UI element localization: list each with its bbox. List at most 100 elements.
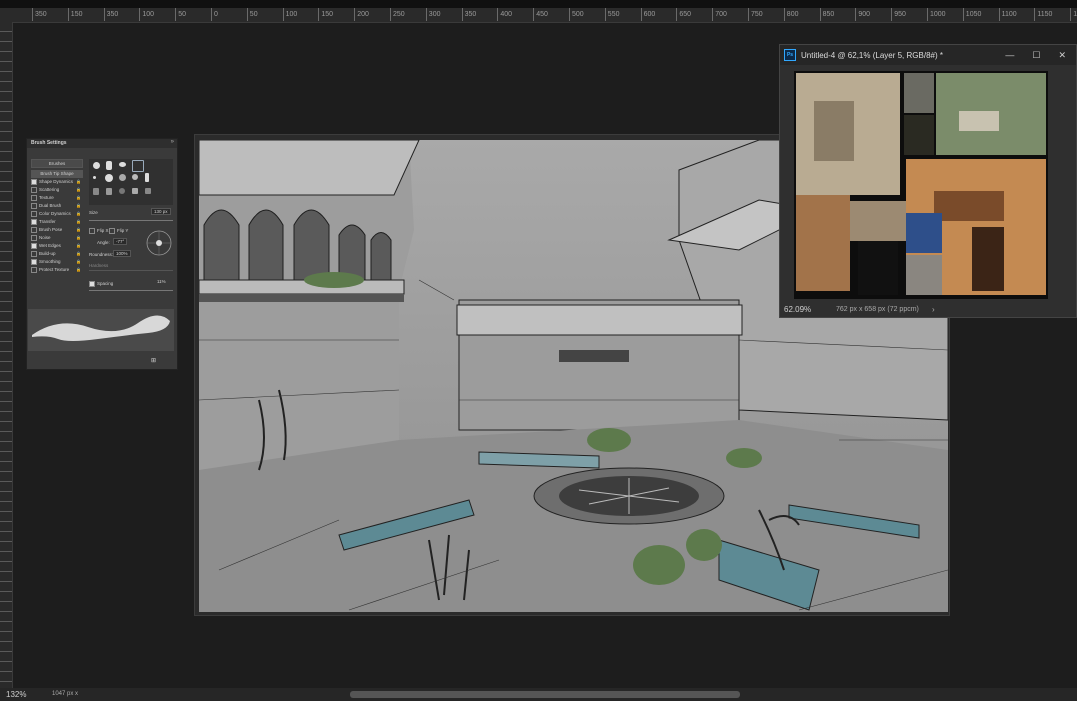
- brush-option-item[interactable]: Color Dynamics 🔒: [31, 210, 83, 218]
- flip-y-checkbox[interactable]: [109, 228, 115, 234]
- lock-icon[interactable]: 🔒: [76, 226, 81, 234]
- brush-option-checkbox[interactable]: [31, 187, 37, 193]
- brush-tip[interactable]: [145, 173, 149, 182]
- lock-icon[interactable]: 🔒: [76, 210, 81, 218]
- brush-tip-grid[interactable]: [89, 159, 173, 205]
- ref-window-titlebar[interactable]: Ps Untitled-4 @ 62,1% (Layer 5, RGB/8#) …: [780, 45, 1076, 65]
- brush-option-label: Wet Edges: [39, 243, 61, 248]
- brush-option-checkbox[interactable]: [31, 179, 37, 185]
- lock-icon[interactable]: 🔒: [76, 202, 81, 210]
- ruler-tick-label: 300: [425, 8, 440, 21]
- spacing-value[interactable]: 11%: [155, 279, 168, 284]
- reference-collage[interactable]: [794, 71, 1048, 299]
- ruler-tick-label: 1150: [1034, 8, 1052, 21]
- ruler-tick-label: 350: [103, 8, 118, 21]
- brush-option-checkbox[interactable]: [31, 227, 37, 233]
- ref-zoom-level[interactable]: 62.09%: [784, 303, 811, 317]
- brush-option-checkbox[interactable]: [31, 195, 37, 201]
- ruler-tick-label: 100: [282, 8, 297, 21]
- lock-icon[interactable]: 🔒: [76, 186, 81, 194]
- ref-window-title: Untitled-4 @ 62,1% (Layer 5, RGB/8#) *: [801, 50, 943, 60]
- brush-option-item[interactable]: Texture 🔒: [31, 194, 83, 202]
- brush-tip[interactable]: [119, 174, 126, 181]
- horizontal-ruler[interactable]: 350 150 350 100 50 0 50 100 150 200 250 300 350 400 45…: [0, 8, 1077, 23]
- brush-option-item[interactable]: Scattering 🔒: [31, 186, 83, 194]
- brush-option-checkbox[interactable]: [31, 219, 37, 225]
- brush-option-item[interactable]: Wet Edges 🔒: [31, 242, 83, 250]
- spacing-checkbox[interactable]: [89, 281, 95, 287]
- ref-doc-info[interactable]: 762 px x 658 px (72 ppcm): [836, 303, 919, 317]
- brush-option-checkbox[interactable]: [31, 267, 37, 273]
- brush-option-checkbox[interactable]: [31, 203, 37, 209]
- brushes-button[interactable]: Brushes: [31, 159, 83, 168]
- ruler-tick-label: 600: [640, 8, 655, 21]
- lock-icon[interactable]: 🔒: [76, 234, 81, 242]
- brush-tip[interactable]: [93, 188, 99, 195]
- close-icon[interactable]: ✕: [1058, 50, 1066, 61]
- ref-info-arrow[interactable]: ›: [932, 303, 935, 317]
- ruler-tick-label: 1000: [927, 8, 946, 21]
- brush-option-checkbox[interactable]: [31, 251, 37, 257]
- lock-icon[interactable]: 🔒: [76, 218, 81, 226]
- brush-option-label: Scattering: [39, 187, 60, 192]
- photoshop-icon: Ps: [784, 49, 796, 61]
- brush-option-item[interactable]: Shape Dynamics 🔒: [31, 178, 83, 186]
- lock-icon[interactable]: 🔒: [76, 178, 81, 186]
- brush-tip[interactable]: [106, 188, 112, 195]
- brush-tip[interactable]: [93, 162, 100, 169]
- brush-option-checkbox[interactable]: [31, 235, 37, 241]
- brush-option-item[interactable]: Build-up 🔒: [31, 250, 83, 258]
- lock-icon[interactable]: 🔒: [76, 266, 81, 274]
- brush-option-label: Build-up: [39, 251, 56, 256]
- angle-dial-icon[interactable]: [145, 229, 173, 257]
- brush-option-checkbox[interactable]: [31, 259, 37, 265]
- brush-option-checkbox[interactable]: [31, 243, 37, 249]
- size-label: Size: [89, 210, 98, 215]
- brush-option-item[interactable]: Transfer 🔒: [31, 218, 83, 226]
- lock-icon[interactable]: 🔒: [76, 250, 81, 258]
- lock-icon[interactable]: 🔒: [76, 258, 81, 266]
- brush-tip[interactable]: [105, 174, 113, 182]
- ruler-tick-label: 950: [891, 8, 906, 21]
- ruler-tick-label: 250: [390, 8, 405, 21]
- zoom-level[interactable]: 132%: [6, 688, 26, 701]
- brush-option-item[interactable]: Smoothing 🔒: [31, 258, 83, 266]
- new-brush-icon[interactable]: ⊞: [151, 357, 156, 364]
- brush-option-item[interactable]: Protect Texture 🔒: [31, 266, 83, 274]
- brush-tip[interactable]: [93, 176, 96, 179]
- horizontal-scrollbar[interactable]: [350, 691, 740, 698]
- brush-tip[interactable]: [119, 162, 126, 167]
- brush-tip[interactable]: [119, 188, 125, 194]
- lock-icon[interactable]: 🔒: [76, 194, 81, 202]
- hardness-slider[interactable]: [89, 270, 173, 271]
- flip-x-checkbox[interactable]: [89, 228, 95, 234]
- brush-option-label: Texture: [39, 195, 54, 200]
- maximize-icon[interactable]: ☐: [1032, 50, 1040, 61]
- brush-tip[interactable]: [132, 174, 138, 180]
- brush-option-label: Shape Dynamics: [39, 179, 74, 184]
- brush-option-item[interactable]: Noise 🔒: [31, 234, 83, 242]
- ruler-tick-label: 150: [318, 8, 333, 21]
- brush-option-item[interactable]: Brush Pose 🔒: [31, 226, 83, 234]
- brush-stroke-preview: [28, 309, 174, 351]
- size-value[interactable]: 130 px: [151, 208, 171, 215]
- angle-label: Angle:: [97, 240, 110, 245]
- vertical-ruler[interactable]: [0, 22, 13, 688]
- roundness-value[interactable]: 100%: [113, 250, 131, 257]
- close-icon[interactable]: »: [171, 139, 174, 145]
- size-slider[interactable]: [89, 220, 173, 221]
- doc-size-info[interactable]: 1047 px x: [52, 688, 78, 701]
- brush-option-checkbox[interactable]: [31, 211, 37, 217]
- reference-document-window[interactable]: Ps Untitled-4 @ 62,1% (Layer 5, RGB/8#) …: [779, 44, 1077, 318]
- brush-option-item[interactable]: Dual Brush 🔒: [31, 202, 83, 210]
- brush-tip[interactable]: [145, 188, 151, 194]
- angle-value[interactable]: -77°: [113, 238, 128, 245]
- brush-tip[interactable]: [106, 161, 112, 170]
- brush-tip-selected[interactable]: [132, 160, 144, 172]
- lock-icon[interactable]: 🔒: [76, 242, 81, 250]
- minimize-icon[interactable]: —: [1005, 50, 1014, 61]
- brush-option-label: Color Dynamics: [39, 211, 71, 216]
- brush-tip[interactable]: [132, 188, 138, 194]
- spacing-slider[interactable]: [89, 290, 173, 291]
- brush-option-item[interactable]: Brush Tip Shape: [31, 170, 83, 178]
